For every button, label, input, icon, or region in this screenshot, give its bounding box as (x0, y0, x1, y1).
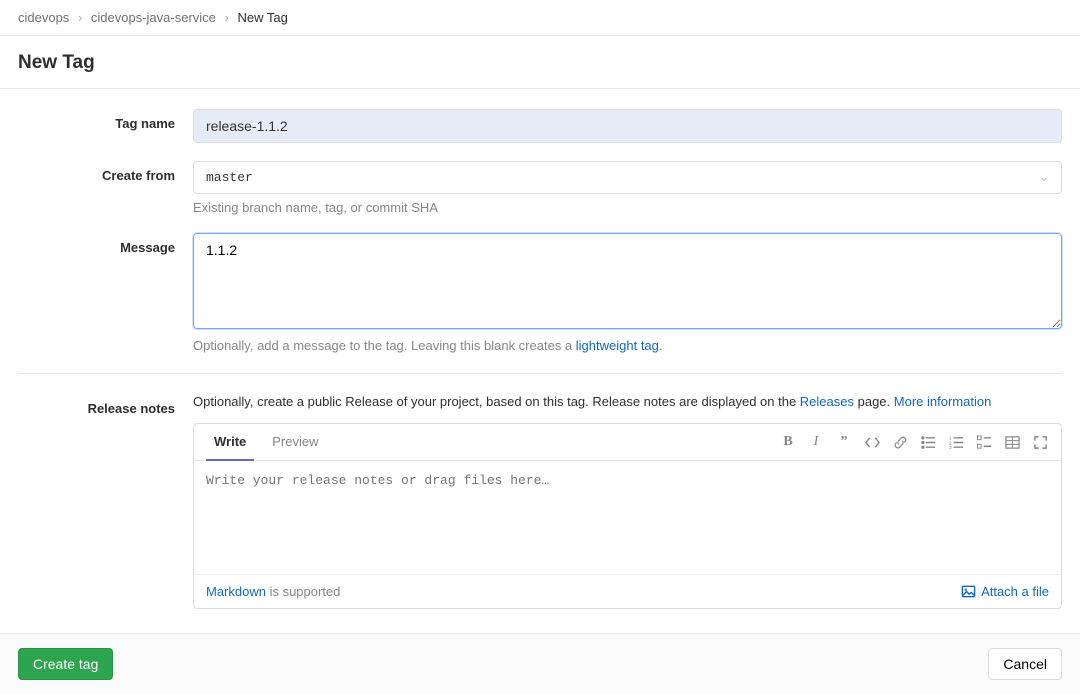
create-from-value: master (206, 170, 253, 185)
divider (18, 373, 1062, 374)
release-notes-help: Optionally, create a public Release of y… (193, 394, 1062, 409)
page-title: New Tag (0, 36, 1080, 89)
quote-icon[interactable]: ” (835, 433, 853, 451)
attach-file-button[interactable]: Attach a file (961, 584, 1049, 599)
numbered-list-icon[interactable]: 123 (947, 433, 965, 451)
image-icon (961, 584, 976, 599)
more-info-link[interactable]: More information (894, 394, 992, 409)
tag-name-input[interactable] (193, 109, 1062, 143)
breadcrumb-link-project[interactable]: cidevops-java-service (91, 10, 216, 25)
bulleted-list-icon[interactable] (919, 433, 937, 451)
fullscreen-icon[interactable] (1031, 433, 1049, 451)
breadcrumb-sep-icon: › (225, 10, 229, 25)
release-notes-editor: Write Preview B I ” 123 (193, 423, 1062, 609)
code-icon[interactable] (863, 433, 881, 451)
message-label: Message (18, 233, 193, 353)
tab-preview[interactable]: Preview (264, 424, 326, 460)
editor-toolbar: B I ” 123 (779, 433, 1049, 451)
create-from-label: Create from (18, 161, 193, 215)
table-icon[interactable] (1003, 433, 1021, 451)
release-notes-label: Release notes (18, 394, 193, 609)
breadcrumb-sep-icon: › (78, 10, 82, 25)
cancel-button[interactable]: Cancel (988, 648, 1062, 680)
breadcrumb: cidevops › cidevops-java-service › New T… (0, 0, 1080, 36)
create-tag-button[interactable]: Create tag (18, 648, 113, 680)
markdown-support-text: Markdown is supported (206, 584, 340, 599)
actions-bar: Create tag Cancel (0, 633, 1080, 694)
link-icon[interactable] (891, 433, 909, 451)
message-help: Optionally, add a message to the tag. Le… (193, 338, 1062, 353)
release-notes-textarea[interactable] (194, 461, 1061, 571)
create-from-select[interactable]: master ⌄ (193, 161, 1062, 194)
breadcrumb-link-group[interactable]: cidevops (18, 10, 69, 25)
tag-name-label: Tag name (18, 109, 193, 143)
markdown-link[interactable]: Markdown (206, 584, 266, 599)
chevron-down-icon: ⌄ (1039, 170, 1049, 185)
task-list-icon[interactable] (975, 433, 993, 451)
create-from-help: Existing branch name, tag, or commit SHA (193, 200, 1062, 215)
tab-write[interactable]: Write (206, 424, 254, 461)
message-textarea[interactable]: 1.1.2 (193, 233, 1062, 329)
bold-icon[interactable]: B (779, 433, 797, 451)
svg-text:3: 3 (949, 445, 952, 450)
releases-link[interactable]: Releases (800, 394, 854, 409)
breadcrumb-current: New Tag (238, 10, 288, 25)
lightweight-tag-link[interactable]: lightweight tag (576, 338, 659, 353)
italic-icon[interactable]: I (807, 433, 825, 451)
